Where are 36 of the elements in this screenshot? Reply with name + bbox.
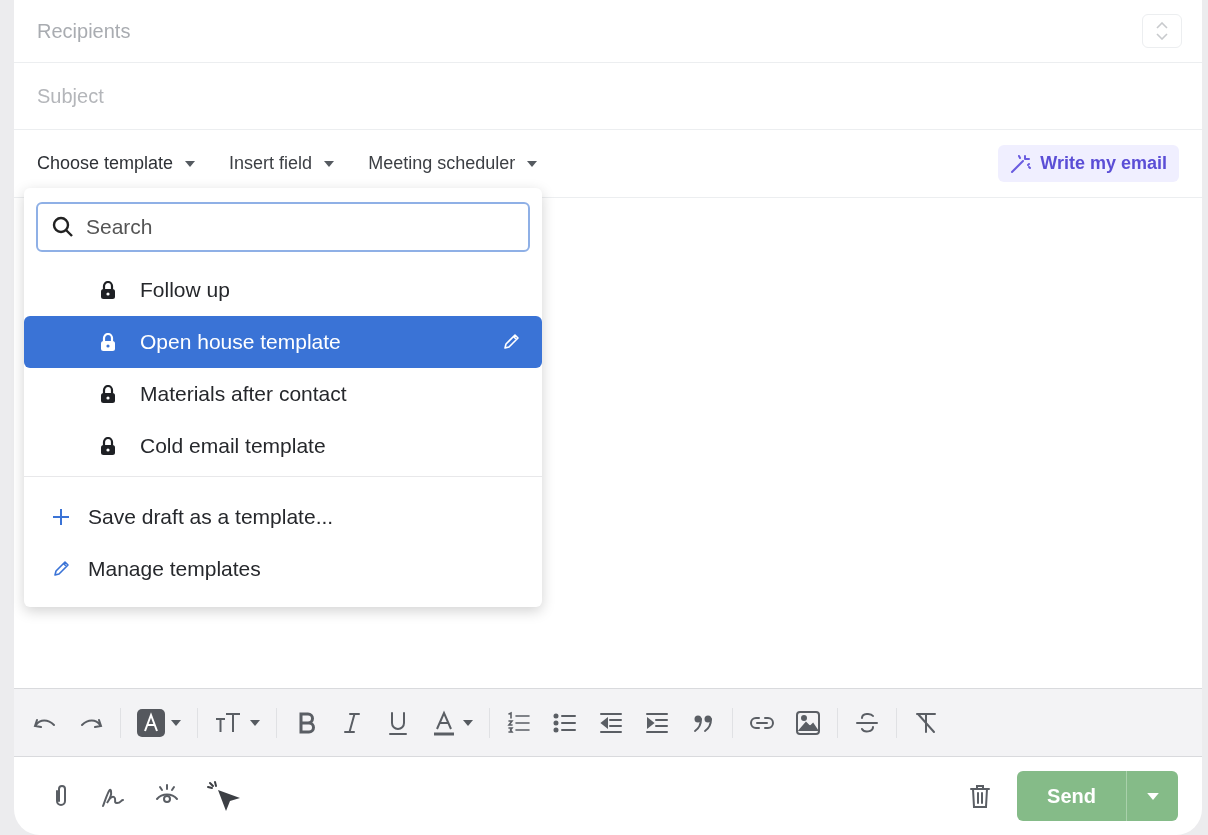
template-item[interactable]: Materials after contact <box>24 368 542 420</box>
caret-icon <box>527 160 538 167</box>
recipients-field[interactable]: Recipients <box>37 19 637 43</box>
highlight-icon <box>137 708 165 737</box>
dropdown-menu-button[interactable]: Insert field <box>229 153 335 174</box>
numbered-list-icon[interactable] <box>506 709 532 736</box>
caret-icon <box>463 719 473 726</box>
magic-wand-icon <box>1010 153 1033 174</box>
template-item[interactable]: Open house template <box>24 316 542 368</box>
caret-icon <box>324 160 335 167</box>
search-input[interactable]: Search <box>86 215 514 239</box>
caret-icon <box>185 160 196 167</box>
lock-icon <box>100 281 116 299</box>
caret-icon <box>1146 792 1159 800</box>
search-icon <box>52 216 74 238</box>
chevron-up-down-icon <box>1156 22 1168 40</box>
cursor-click-icon[interactable] <box>206 780 242 812</box>
image-icon[interactable] <box>795 709 821 736</box>
text-color-icon <box>431 709 457 736</box>
lock-icon <box>100 437 116 455</box>
template-item[interactable]: Follow up <box>24 264 542 316</box>
pencil-icon <box>502 333 520 351</box>
dropdown-menu-button[interactable]: Meeting scheduler <box>368 153 538 174</box>
plus-icon <box>52 508 70 526</box>
dropdown-menu-button[interactable]: Choose template <box>37 153 196 174</box>
lock-icon <box>100 333 116 351</box>
write-my-email-button[interactable]: Write my email <box>998 145 1179 182</box>
caret-icon <box>171 719 181 726</box>
menu-action-item[interactable]: Save draft as a template... <box>24 491 542 543</box>
search-field[interactable]: Search <box>36 202 530 252</box>
pencil-icon <box>52 560 70 578</box>
lock-icon <box>100 385 116 403</box>
template-item[interactable]: Cold email template <box>24 420 542 472</box>
caret-icon <box>250 719 260 726</box>
subject-field[interactable]: Subject <box>37 84 637 108</box>
menu-action-item[interactable]: Manage templates <box>24 543 542 595</box>
